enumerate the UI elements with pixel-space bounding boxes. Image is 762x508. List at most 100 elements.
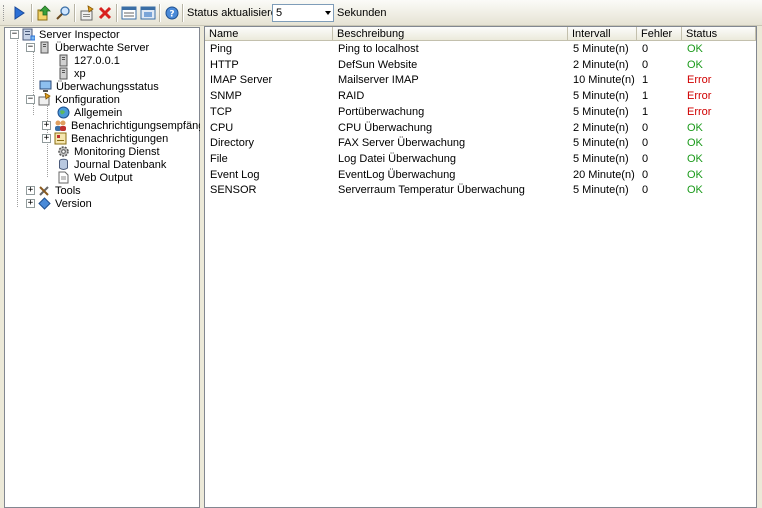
tree-item-notification-recipients[interactable]: + Benachrichtigungsempfänger [42,119,214,132]
column-header-status[interactable]: Status [682,27,756,41]
column-header-description[interactable]: Beschreibung [333,27,568,41]
column-header-interval[interactable]: Intervall [568,27,637,41]
cell-errors: 1 [642,105,649,118]
collapse-icon[interactable]: − [26,43,35,52]
version-icon [38,197,51,210]
tree-item-journal-database[interactable]: Journal Datenbank [57,158,166,171]
cell-errors: 0 [642,43,649,55]
expand-icon[interactable]: + [42,134,51,143]
refresh-interval-select[interactable]: 5 [272,4,334,22]
tree-item-version[interactable]: + Version [26,197,92,210]
cell-name: HTTP [210,58,239,71]
cell-description: EventLog Überwachung [338,168,456,181]
settings-icon[interactable] [78,4,96,22]
delete-icon[interactable] [96,4,114,22]
tree-item-server-inspector[interactable]: − Server Inspector [10,28,120,41]
server-tower-icon [57,67,70,80]
tree-item-monitored-servers[interactable]: − Überwachte Server [26,41,149,54]
expand-icon[interactable]: + [26,186,35,195]
tree-item-label: Überwachte Server [55,41,150,54]
tree-item-label: Allgemein [74,106,123,119]
cell-interval: 5 Minute(n) [573,105,629,118]
tree-item-notifications[interactable]: + Benachrichtigungen [42,132,168,145]
tree-item-label: Tools [55,184,81,197]
table-row[interactable]: HTTP DefSun Website 2 Minute(n) 0 OK [205,58,756,73]
cell-status: OK [687,43,703,55]
cell-errors: 0 [642,121,649,134]
chevron-down-icon[interactable] [325,11,331,15]
cell-interval: 5 Minute(n) [573,184,629,197]
toolbar-separator [74,4,75,22]
cell-status: OK [687,121,703,134]
collapse-icon[interactable]: − [10,30,19,39]
cell-status: Error [687,105,712,118]
users-icon [54,119,67,132]
cell-name: CPU [210,121,234,134]
table-row[interactable]: Directory FAX Server Überwachung 5 Minute(… [205,136,756,151]
cell-interval: 2 Minute(n) [573,58,629,71]
help-icon[interactable]: ? [163,4,181,22]
cell-status: OK [687,152,703,165]
tree-item-general[interactable]: Allgemein [57,106,122,119]
cell-description: Serverraum Temperatur Überwachung [338,184,525,197]
navigation-tree[interactable]: − Server Inspector − Überwachte Server 1… [4,27,214,508]
tree-item-tools[interactable]: + Tools [26,184,81,197]
cell-errors: 1 [642,74,649,87]
cell-interval: 10 Minute(n) [573,74,635,87]
column-header-name[interactable]: Name [205,27,333,41]
tree-item-web-output[interactable]: Web Output [57,171,133,184]
cell-name: Ping [210,43,233,55]
tree-item-label: Benachrichtigungen [71,132,169,145]
table-row[interactable]: CPU CPU Überwachung 2 Minute(n) 0 OK [205,121,756,136]
cell-name: IMAP Server [210,74,273,87]
refresh-interval-value: 5 [276,7,283,19]
toolbar-separator [159,4,160,22]
list-header: Name Beschreibung Intervall Fehler Statu… [205,27,756,41]
expand-icon[interactable]: + [26,199,35,208]
table-row[interactable]: Event Log EventLog Überwachung 20 Minute(n… [205,168,756,183]
cell-errors: 0 [642,137,649,150]
export-icon[interactable] [35,4,53,22]
table-row[interactable]: SENSOR Serverraum Temperatur Überwachung 5… [205,183,756,198]
tree-item-monitoring-status[interactable]: Überwachungsstatus [39,80,159,93]
tree-item-label: Monitoring Dienst [74,145,160,158]
globe-icon [57,106,70,119]
server-tower-icon [57,54,70,67]
cell-description: CPU Überwachung [338,121,433,134]
list-view-icon[interactable] [120,4,138,22]
table-row[interactable]: TCP Portüberwachung 5 Minute(n) 1 Error [205,105,756,120]
tree-item-configuration[interactable]: − Konfiguration [26,93,120,106]
cell-interval: 2 Minute(n) [573,121,629,134]
window-icon[interactable] [139,4,157,22]
expand-icon[interactable]: + [42,121,51,130]
table-row[interactable]: Ping Ping to localhost 5 Minute(n) 0 OK [205,42,756,57]
tree-item-label: Benachrichtigungsempfänger [71,119,215,132]
toolbar-separator [31,4,32,22]
column-header-errors[interactable]: Fehler [637,27,682,41]
table-row[interactable]: File Log Datei Überwachung 5 Minute(n) 0 OK [205,152,756,167]
toolbar-separator [182,4,183,22]
tree-item-label: Version [55,197,92,210]
monitor-list[interactable]: Name Beschreibung Intervall Fehler Statu… [204,26,757,508]
cell-errors: 0 [642,168,649,181]
play-icon[interactable] [10,4,28,22]
cell-interval: 5 Minute(n) [573,152,629,165]
collapse-icon[interactable]: − [26,95,35,104]
tree-item-monitoring-service[interactable]: Monitoring Dienst [57,145,160,158]
tree-item-label: 127.0.0.1 [74,54,120,67]
tree-item-label: Überwachungsstatus [56,80,159,93]
server-icon [22,28,35,41]
configuration-icon [38,93,51,106]
cell-name: TCP [210,105,232,118]
table-row[interactable]: IMAP Server Mailserver IMAP 10 Minute(n) 1 E… [205,73,756,88]
tree-item-server-xp[interactable]: xp [57,67,86,80]
cell-status: Error [687,90,712,103]
toolbar-grip[interactable] [3,5,6,21]
table-row[interactable]: SNMP RAID 5 Minute(n) 1 Error [205,89,756,104]
tree-item-label: xp [74,67,86,80]
cell-interval: 20 Minute(n) [573,168,635,181]
tools-icon [38,184,51,197]
search-tool-icon[interactable] [54,4,72,22]
tree-item-server-localhost[interactable]: 127.0.0.1 [57,54,120,67]
tree-guide-line [17,38,18,207]
